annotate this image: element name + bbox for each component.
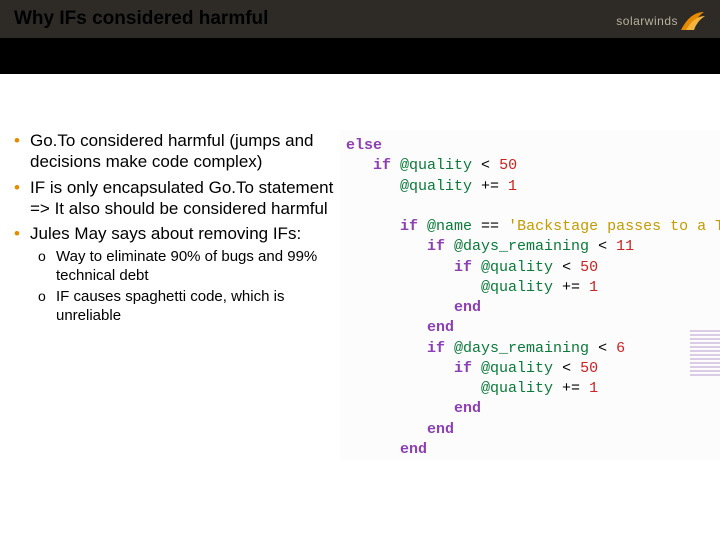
bullet-item: Go.To considered harmful (jumps and deci… (14, 130, 334, 173)
code-line: @quality += 1 (346, 379, 720, 399)
bullet-text: Go.To considered harmful (jumps and deci… (30, 131, 313, 171)
code-line: end (346, 399, 720, 419)
code-line: if @quality < 50 (346, 359, 720, 379)
sub-bullet-item: Way to eliminate 90% of bugs and 99% tec… (38, 248, 334, 286)
code-line: else (346, 136, 720, 156)
slide: Why IFs considered harmful solarwinds Go… (0, 0, 720, 540)
brand-logo: solarwinds (616, 10, 706, 32)
code-line: @quality += 1 (346, 278, 720, 298)
brand-name: solarwinds (616, 14, 678, 28)
code-line (346, 197, 720, 217)
code-line: end (346, 318, 720, 338)
code-line: if @quality < 50 (346, 156, 720, 176)
code-line: @quality += 1 (346, 177, 720, 197)
code-snippet: else if @quality < 50 @quality += 1 if @… (340, 130, 720, 460)
flame-icon (678, 10, 706, 32)
sub-bullet-item: IF causes spaghetti code, which is unrel… (38, 288, 334, 326)
code-overflow-hint (690, 330, 720, 376)
bullet-item: Jules May says about removing IFs: Way to… (14, 223, 334, 325)
slide-title: Why IFs considered harmful (14, 8, 268, 30)
code-line: end (346, 440, 720, 460)
bullet-text: IF is only encapsulated Go.To statement … (30, 178, 333, 218)
code-line: if @days_remaining < 11 (346, 237, 720, 257)
bullet-list: Go.To considered harmful (jumps and deci… (14, 130, 334, 325)
bullet-item: IF is only encapsulated Go.To statement … (14, 177, 334, 220)
code-block: else if @quality < 50 @quality += 1 if @… (340, 130, 720, 460)
code-line: end (346, 420, 720, 440)
code-line: end (346, 298, 720, 318)
bullet-list-container: Go.To considered harmful (jumps and deci… (14, 130, 334, 329)
header-sub-band (0, 38, 720, 74)
bullet-text: Jules May says about removing IFs: (30, 224, 301, 243)
sub-bullet-list: Way to eliminate 90% of bugs and 99% tec… (38, 248, 334, 325)
code-line: if @days_remaining < 6 (346, 339, 720, 359)
code-line: if @name == 'Backstage passes to a TAFK (346, 217, 720, 237)
code-line: if @quality < 50 (346, 258, 720, 278)
